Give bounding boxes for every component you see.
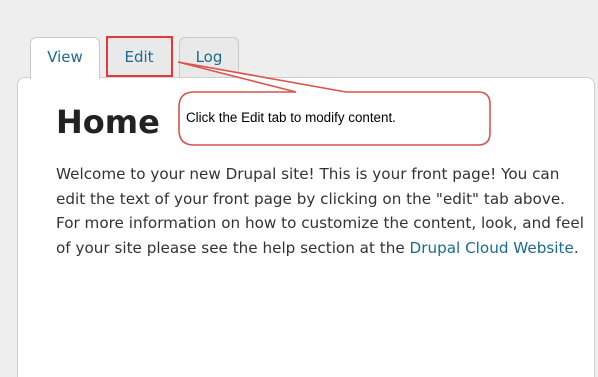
tab-log[interactable]: Log	[179, 37, 239, 77]
body-text-end: .	[573, 238, 579, 257]
stage: View Edit Log Home Welcome to your new D…	[0, 0, 598, 377]
tab-view[interactable]: View	[30, 37, 100, 79]
callout-text: Click the Edit tab to modify content.	[186, 110, 396, 125]
tab-edit[interactable]: Edit	[106, 37, 172, 77]
page-title: Home	[56, 103, 160, 141]
body-text: Welcome to your new Drupal site! This is…	[56, 162, 586, 260]
drupal-cloud-link[interactable]: Drupal Cloud Website	[410, 239, 574, 257]
